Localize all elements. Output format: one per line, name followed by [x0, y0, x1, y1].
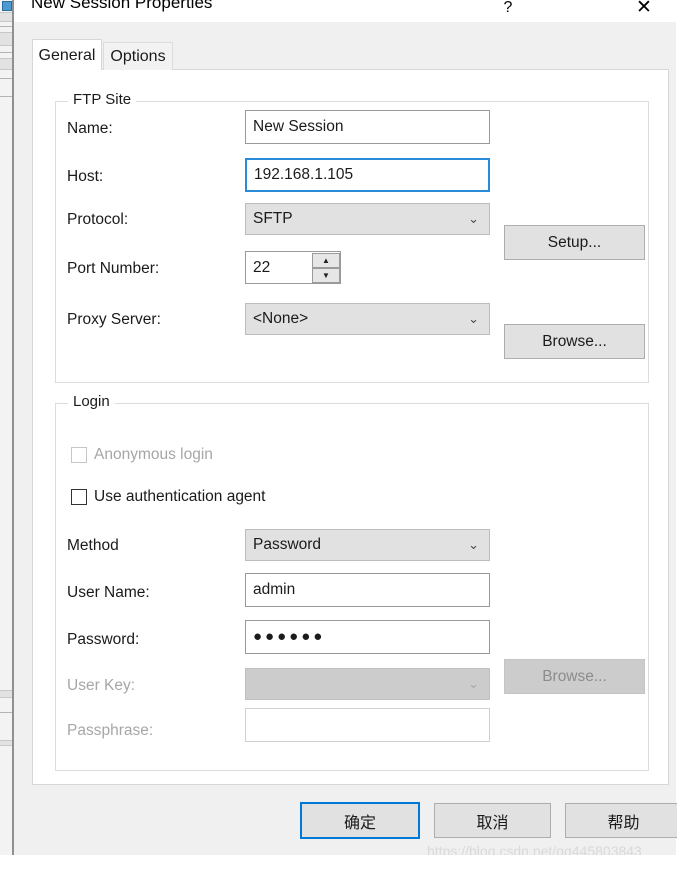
user-key-label: User Key:: [67, 677, 136, 694]
title-bar: New Session Properties ? ✕: [14, 0, 677, 22]
tab-general[interactable]: General: [32, 39, 102, 70]
user-key-select[interactable]: ⌄: [245, 668, 490, 700]
user-name-label: User Name:: [67, 584, 150, 601]
password-label: Password:: [67, 631, 140, 648]
window-title: New Session Properties: [31, 0, 213, 12]
host-input[interactable]: [245, 158, 490, 192]
chevron-down-icon: ⌄: [468, 211, 479, 226]
name-label: Name:: [67, 120, 113, 137]
login-group-title: Login: [68, 393, 115, 410]
background-window: [0, 0, 14, 869]
user-key-browse-button[interactable]: Browse...: [504, 659, 645, 694]
ftp-site-group-title: FTP Site: [68, 91, 137, 108]
chevron-down-icon: ⌄: [468, 676, 479, 691]
protocol-label: Protocol:: [67, 211, 129, 228]
help-caption-icon[interactable]: ?: [486, 0, 530, 21]
anonymous-login-label: Anonymous login: [94, 446, 213, 463]
port-number-stepper[interactable]: ▲ ▼: [245, 251, 341, 284]
desktop-background: [0, 855, 677, 869]
proxy-server-select[interactable]: <None> ⌄: [245, 303, 490, 335]
method-label: Method: [67, 537, 119, 554]
checkbox-icon: [71, 489, 87, 505]
checkbox-icon: [71, 447, 87, 463]
chevron-down-icon: ⌄: [468, 537, 479, 552]
method-select[interactable]: Password ⌄: [245, 529, 490, 561]
protocol-selected-value: SFTP: [253, 210, 293, 227]
close-icon[interactable]: ✕: [622, 0, 666, 21]
use-authentication-agent-checkbox[interactable]: Use authentication agent: [71, 488, 265, 506]
anonymous-login-checkbox[interactable]: Anonymous login: [71, 446, 213, 464]
ok-button[interactable]: 确定: [300, 802, 420, 839]
session-name-input[interactable]: [245, 110, 490, 144]
protocol-select[interactable]: SFTP ⌄: [245, 203, 490, 235]
tab-strip: General Options: [14, 22, 677, 70]
port-number-label: Port Number:: [67, 260, 160, 277]
user-name-input[interactable]: [245, 573, 490, 607]
background-window-icon: [2, 1, 12, 11]
proxy-selected-value: <None>: [253, 310, 309, 327]
passphrase-label: Passphrase:: [67, 722, 154, 739]
proxy-browse-button[interactable]: Browse...: [504, 324, 645, 359]
method-selected-value: Password: [253, 536, 322, 553]
host-label: Host:: [67, 168, 104, 185]
cancel-button[interactable]: 取消: [434, 803, 551, 838]
tab-options[interactable]: Options: [103, 42, 173, 70]
use-authentication-agent-label: Use authentication agent: [94, 488, 266, 505]
password-input[interactable]: ●●●●●●: [245, 620, 490, 654]
proxy-server-label: Proxy Server:: [67, 311, 161, 328]
port-number-input[interactable]: [246, 252, 312, 283]
help-button[interactable]: 帮助: [565, 803, 677, 838]
port-increment-icon[interactable]: ▲: [312, 253, 340, 268]
protocol-setup-button[interactable]: Setup...: [504, 225, 645, 260]
general-tab-panel: FTP Site Name: Host: Protocol: SFTP ⌄ Se…: [32, 69, 669, 785]
port-decrement-icon[interactable]: ▼: [312, 268, 340, 283]
passphrase-input[interactable]: [245, 708, 490, 742]
chevron-down-icon: ⌄: [468, 311, 479, 326]
new-session-properties-dialog: New Session Properties ? ✕ General Optio…: [14, 0, 677, 859]
